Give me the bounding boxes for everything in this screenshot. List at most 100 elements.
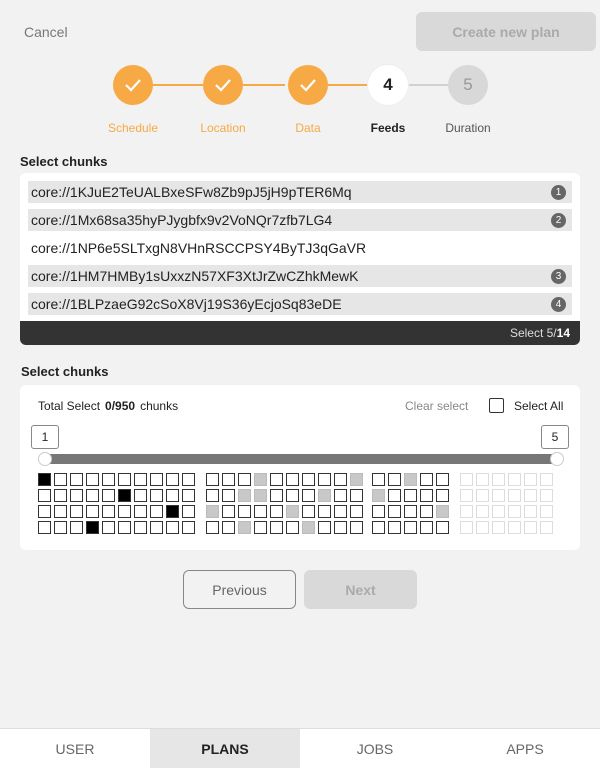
chunk-cell[interactable] [182,489,195,502]
tab-apps[interactable]: APPS [450,729,600,768]
chunk-cell[interactable] [460,489,473,502]
chunk-cell[interactable] [420,505,433,518]
chunk-cell[interactable] [388,521,401,534]
chunk-cell[interactable] [302,521,315,534]
chunk-cell[interactable] [524,521,537,534]
chunk-cell[interactable] [404,505,417,518]
chunk-cell[interactable] [334,505,347,518]
chunk-cell[interactable] [166,489,179,502]
chunk-cell[interactable] [70,521,83,534]
chunk-cell[interactable] [102,473,115,486]
chunk-cell[interactable] [254,473,267,486]
step-schedule[interactable]: Schedule [93,64,173,135]
chunk-cell[interactable] [150,489,163,502]
chunk-cell[interactable] [420,521,433,534]
chunk-cell[interactable] [388,489,401,502]
chunk-cell[interactable] [372,505,385,518]
tab-jobs[interactable]: JOBS [300,729,450,768]
chunk-cell[interactable] [508,473,521,486]
chunk-cell[interactable] [286,489,299,502]
chunk-cell[interactable] [334,489,347,502]
chunk-cell[interactable] [404,473,417,486]
chunk-cell[interactable] [238,473,251,486]
chunk-cell[interactable] [404,489,417,502]
chunk-cell[interactable] [70,473,83,486]
chunk-cell[interactable] [182,505,195,518]
chunk-cell[interactable] [134,521,147,534]
chunk-cell[interactable] [508,521,521,534]
chunk-cell[interactable] [102,489,115,502]
chunk-cell[interactable] [460,505,473,518]
chunk-cell[interactable] [150,521,163,534]
chunk-list-item[interactable]: core://1KJuE2TeUALBxeSFw8Zb9pJ5jH9pTER6M… [28,181,572,203]
chunk-cell[interactable] [334,521,347,534]
chunk-cell[interactable] [524,505,537,518]
chunk-cell[interactable] [302,505,315,518]
chunk-cell[interactable] [238,505,251,518]
chunk-cell[interactable] [102,521,115,534]
chunk-cell[interactable] [350,505,363,518]
chunk-cell[interactable] [476,473,489,486]
chunk-cell[interactable] [318,505,331,518]
chunk-cell[interactable] [182,521,195,534]
chunk-list-item[interactable]: core://1BLPzaeG92cSoX8Vj19S36yEcjoSq83eD… [28,293,572,315]
chunk-cell[interactable] [38,505,51,518]
chunk-cell[interactable] [270,521,283,534]
chunk-cell[interactable] [150,473,163,486]
chunk-cell[interactable] [270,473,283,486]
chunk-cell[interactable] [206,521,219,534]
step-location[interactable]: Location [183,64,263,135]
chunk-cell[interactable] [372,473,385,486]
previous-button[interactable]: Previous [183,570,296,609]
chunk-cell[interactable] [166,505,179,518]
chunk-cell[interactable] [334,473,347,486]
chunk-cell[interactable] [420,489,433,502]
chunk-cell[interactable] [436,521,449,534]
chunk-cell[interactable] [254,505,267,518]
chunk-cell[interactable] [388,505,401,518]
chunk-cell[interactable] [54,521,67,534]
chunk-cell[interactable] [524,489,537,502]
chunk-cell[interactable] [86,489,99,502]
create-plan-button[interactable]: Create new plan [416,12,596,51]
chunk-cell[interactable] [222,505,235,518]
chunk-cell[interactable] [38,489,51,502]
chunk-cell[interactable] [492,505,505,518]
step-feeds[interactable]: 4 Feeds [348,64,428,135]
chunk-cell[interactable] [492,489,505,502]
chunk-cell[interactable] [86,473,99,486]
chunk-cell[interactable] [70,505,83,518]
chunk-cell[interactable] [492,473,505,486]
chunk-cell[interactable] [302,473,315,486]
chunk-cell[interactable] [54,489,67,502]
chunk-cell[interactable] [222,473,235,486]
chunk-cell[interactable] [102,505,115,518]
chunk-cell[interactable] [540,521,553,534]
chunk-cell[interactable] [166,521,179,534]
chunk-cell[interactable] [524,473,537,486]
chunk-cell[interactable] [460,473,473,486]
chunk-cell[interactable] [270,489,283,502]
step-duration[interactable]: 5 Duration [428,64,508,135]
chunk-cell[interactable] [372,521,385,534]
cancel-button[interactable]: Cancel [24,24,68,40]
chunk-cell[interactable] [254,521,267,534]
tab-user[interactable]: USER [0,729,150,768]
chunk-cell[interactable] [476,521,489,534]
chunk-cell[interactable] [206,473,219,486]
chunk-list-item[interactable]: core://1NP6e5SLTxgN8VHnRSCCPSY4ByTJ3qGaV… [28,237,572,259]
chunk-cell[interactable] [318,473,331,486]
chunk-cell[interactable] [404,521,417,534]
chunk-list-item[interactable]: core://1Mx68sa35hyPJygbfx9v2VoNQr7zfb7LG… [28,209,572,231]
chunk-cell[interactable] [118,473,131,486]
chunk-cell[interactable] [166,473,179,486]
chunk-cell[interactable] [508,505,521,518]
chunk-cell[interactable] [302,489,315,502]
chunk-cell[interactable] [388,473,401,486]
chunk-list-item[interactable]: core://1HM7HMBy1sUxxzN57XF3XtJrZwCZhkMew… [28,265,572,287]
chunk-cell[interactable] [350,521,363,534]
step-data[interactable]: Data [268,64,348,135]
chunk-cell[interactable] [318,489,331,502]
chunk-cell[interactable] [150,505,163,518]
chunk-cell[interactable] [476,505,489,518]
